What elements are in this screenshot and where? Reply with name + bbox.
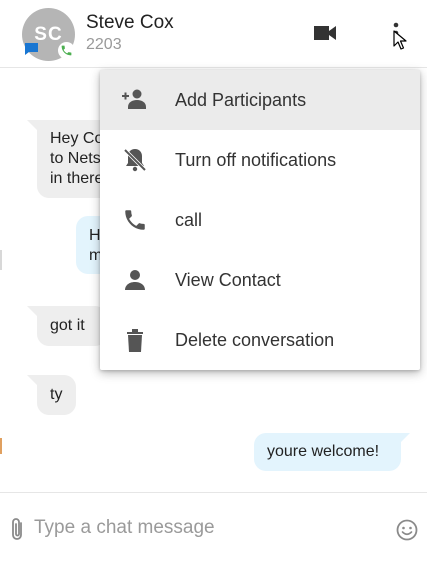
attachment-icon[interactable] <box>8 517 28 543</box>
menu-item-label: call <box>175 209 203 230</box>
menu-item-add-participants[interactable]: Add Participants <box>100 70 420 130</box>
message-line: to Nets <box>50 150 101 167</box>
message-text: ty <box>50 386 63 403</box>
menu-item-label: Turn off notifications <box>175 149 337 170</box>
phone-icon <box>120 205 150 235</box>
person-icon <box>120 265 150 295</box>
incoming-message: ty <box>37 375 76 415</box>
bubble-tail <box>27 120 37 130</box>
contact-name: Steve Cox <box>86 12 174 33</box>
video-call-icon[interactable] <box>312 22 338 44</box>
edge-marker <box>0 438 2 454</box>
menu-item-call[interactable]: call <box>100 190 420 250</box>
message-line: in there <box>50 170 104 187</box>
outgoing-message: youre welcome! <box>254 433 401 471</box>
menu-item-view-contact[interactable]: View Contact <box>100 250 420 310</box>
menu-item-label: View Contact <box>175 269 281 290</box>
edge-marker <box>0 250 2 270</box>
bubble-tail <box>400 433 410 443</box>
menu-item-turn-off-notifications[interactable]: Turn off notifications <box>100 130 420 190</box>
chat-badge-icon <box>25 43 38 55</box>
conversation-header: SC Steve Cox 2203 <box>0 0 427 68</box>
phone-badge-icon <box>58 42 75 59</box>
message-line: Hey Co <box>50 130 104 147</box>
incoming-message: got it <box>37 306 107 346</box>
conversation-menu: Add Participants Turn off notifications … <box>100 70 420 370</box>
message-composer <box>0 492 427 562</box>
mouse-cursor-icon <box>393 30 407 50</box>
trash-icon <box>120 325 150 355</box>
person-add-icon <box>120 85 150 115</box>
bubble-tail <box>27 306 37 316</box>
bubble-tail <box>27 375 37 385</box>
chat-message-input[interactable] <box>34 513 384 543</box>
emoji-icon[interactable] <box>396 519 418 541</box>
notifications-off-icon <box>120 145 150 175</box>
contact-extension: 2203 <box>86 36 122 53</box>
message-text: got it <box>50 317 85 334</box>
menu-item-delete-conversation[interactable]: Delete conversation <box>100 310 420 370</box>
menu-item-label: Add Participants <box>175 89 307 110</box>
message-text: youre welcome! <box>267 443 380 460</box>
menu-item-label: Delete conversation <box>175 329 335 350</box>
